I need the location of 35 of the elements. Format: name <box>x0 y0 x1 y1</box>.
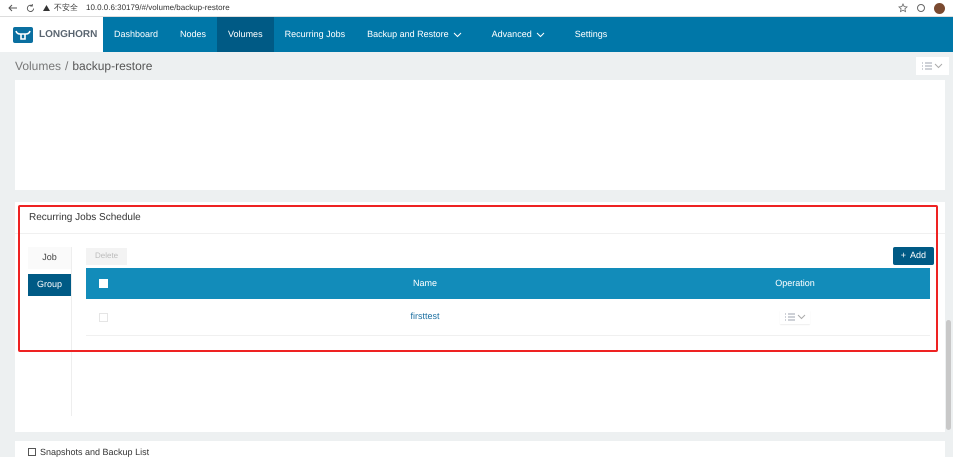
brand-logo[interactable]: LONGHORN <box>0 17 103 52</box>
caret-icon <box>796 314 806 320</box>
select-all-checkbox[interactable] <box>99 279 108 288</box>
avatar[interactable] <box>934 2 945 14</box>
list-icon <box>784 313 794 321</box>
back-icon[interactable] <box>8 4 18 12</box>
column-header: Name <box>412 276 437 290</box>
brand-name: LONGHORN <box>39 28 98 42</box>
breadcrumb-separator: / <box>65 58 68 75</box>
side-tab[interactable]: Job <box>28 247 71 269</box>
row-checkbox[interactable] <box>99 312 108 322</box>
reload-icon[interactable] <box>26 4 35 12</box>
section-title: Snapshots and Backup List <box>40 447 150 457</box>
nav-tab[interactable]: Settings <box>564 17 618 52</box>
breadcrumb-current: backup-restore <box>72 58 152 75</box>
job-name-link[interactable]: firsttest <box>410 310 440 324</box>
section-title: Recurring Jobs Schedule <box>29 211 141 225</box>
list-icon <box>922 62 932 70</box>
breadcrumb-link[interactable]: Volumes <box>15 57 62 75</box>
column-header: Operation <box>775 276 815 290</box>
add-button[interactable]: + Add <box>892 247 934 265</box>
caret-icon <box>934 63 943 69</box>
nav-tab[interactable]: Nodes <box>169 17 218 52</box>
nav-tab[interactable]: Backup and Restore <box>356 17 473 52</box>
bull-logo-icon <box>13 26 33 42</box>
extension-icon[interactable] <box>916 3 926 13</box>
nav-tab[interactable]: Dashboard <box>103 17 170 52</box>
nav-tab[interactable]: Volumes <box>217 17 274 52</box>
star-icon[interactable] <box>898 3 908 13</box>
nav-tab[interactable]: Advanced <box>480 17 556 52</box>
nav-tab[interactable]: Recurring Jobs <box>274 17 356 52</box>
checkbox[interactable] <box>28 448 36 456</box>
warning-icon <box>43 5 50 11</box>
address-field[interactable]: 不安全 10.0.0.6:30179/#/volume/backup-restore <box>43 2 890 14</box>
side-tab[interactable]: Group <box>28 274 71 296</box>
